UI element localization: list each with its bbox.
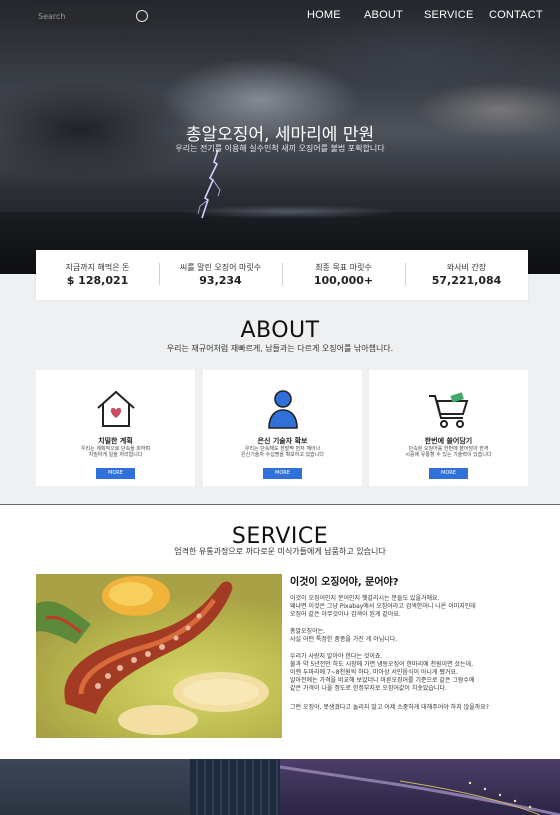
bridge-night-image <box>279 759 560 815</box>
search-box <box>34 7 152 25</box>
stat-value: $ 128,021 <box>66 274 129 287</box>
octopus-dish-illustration <box>36 576 269 735</box>
card-text: 우리는 계획적으로 단속을 피하며 치밀하게 일을 처리합니다 <box>80 446 151 458</box>
about-subtitle: 우리는 재규어처럼 재빠르게, 남들과는 다르게 오징어를 낚아챕니다. <box>166 344 394 353</box>
nav-home[interactable]: HOME <box>307 9 341 23</box>
house-heart-icon <box>97 390 135 427</box>
stat-item: 씨를 말린 오징어 마릿수 93,234 <box>159 250 282 300</box>
card-text: 우리는 단속해도 한발짝 먼저 깨어나 은신기술자 수십명을 확보하고 있습니다 <box>241 446 324 458</box>
stats-bar: 지금까지 해먹은 돈 $ 128,021 씨를 말린 오징어 마릿수 93,23… <box>36 250 528 300</box>
person-icon <box>268 390 298 429</box>
stat-item: 최종 목표 마릿수 100,000+ <box>282 250 405 300</box>
about-title: ABOUT <box>240 318 320 343</box>
about-card: 치밀한 계획 우리는 계획적으로 단속을 피하며 치밀하게 일을 처리합니다 M… <box>36 370 195 486</box>
more-button[interactable]: MORE <box>96 468 135 479</box>
stat-value: 93,234 <box>199 274 242 287</box>
stat-value: 57,221,084 <box>431 274 502 287</box>
about-card: 한번에 쓸어담기 단속된 오징어를 한번에 쓸어담아 한꺼 시중에 유통할 수 … <box>369 370 528 486</box>
hero-section: HOME ABOUT SERVICE CONTACT 총알오징어, 세마리에 만… <box>0 0 560 274</box>
service-paragraph: 이것이 오징어인지 문어인지 헷갈리시는 분들도 있을거에요. 왜냐면 이것은 … <box>290 595 476 618</box>
service-heading: 이것이 오징어야, 문어야? <box>290 577 399 588</box>
octopus-dish-image <box>36 574 282 738</box>
search-input[interactable] <box>36 8 132 24</box>
lightning-icon <box>197 150 221 219</box>
nav-about[interactable]: ABOUT <box>364 9 403 23</box>
more-button[interactable]: MORE <box>429 468 468 479</box>
section-divider <box>0 504 560 505</box>
more-button[interactable]: MORE <box>263 468 302 479</box>
card-text: 단속된 오징어를 한번에 쓸어담아 한꺼 시중에 유통할 수 있는 기술력이 있… <box>405 446 492 458</box>
shopping-cart-icon <box>429 392 469 428</box>
stat-label: 지금까지 해먹은 돈 <box>65 263 130 272</box>
hero-title: 총알오징어, 세마리에 만원 <box>185 125 375 145</box>
nav-contact[interactable]: CONTACT <box>489 9 543 23</box>
service-subtitle: 엄격한 유통과정으로 까다로운 미식가들에게 납품하고 있습니다 <box>174 547 386 556</box>
building-image <box>190 759 280 815</box>
city-sky-image <box>0 759 190 815</box>
card-title: 은신 기술자 확보 <box>257 437 308 445</box>
service-paragraph: 그런 오징어, 못생겼다고 놀리지 말고 이제 소중하게 대해주어야 하지 않을… <box>290 704 489 711</box>
stat-value: 100,000+ <box>313 274 374 287</box>
search-icon[interactable] <box>136 10 148 22</box>
card-title: 치밀한 계획 <box>98 437 133 445</box>
contact-background-image <box>0 759 560 815</box>
stat-item: 와사비 간장 57,221,084 <box>405 250 528 300</box>
service-paragraph: 총알오징어는, 사실 어떤 특정한 품종을 가진 게 아닙니다. <box>290 628 398 643</box>
stat-item: 지금까지 해먹은 돈 $ 128,021 <box>36 250 159 300</box>
card-title: 한번에 쓸어담기 <box>424 437 473 445</box>
nav-service[interactable]: SERVICE <box>424 9 474 23</box>
about-card: 은신 기술자 확보 우리는 단속해도 한발짝 먼저 깨어나 은신기술자 수십명을… <box>203 370 362 486</box>
service-paragraph: 우리가 사랑지 알아야 한다는 것이죠. 불과 약 5년전만 하도 시장에 가면… <box>290 653 475 692</box>
stat-label: 씨를 말린 오징어 마릿수 <box>179 263 262 272</box>
stat-label: 최종 목표 마릿수 <box>315 263 372 272</box>
hero-subtitle: 우리는 전기를 이용해 실수인척 새끼 오징어를 불법 포획합니다 <box>175 144 385 153</box>
bridge-illustration <box>279 765 560 815</box>
stat-label: 와사비 간장 <box>446 263 487 272</box>
